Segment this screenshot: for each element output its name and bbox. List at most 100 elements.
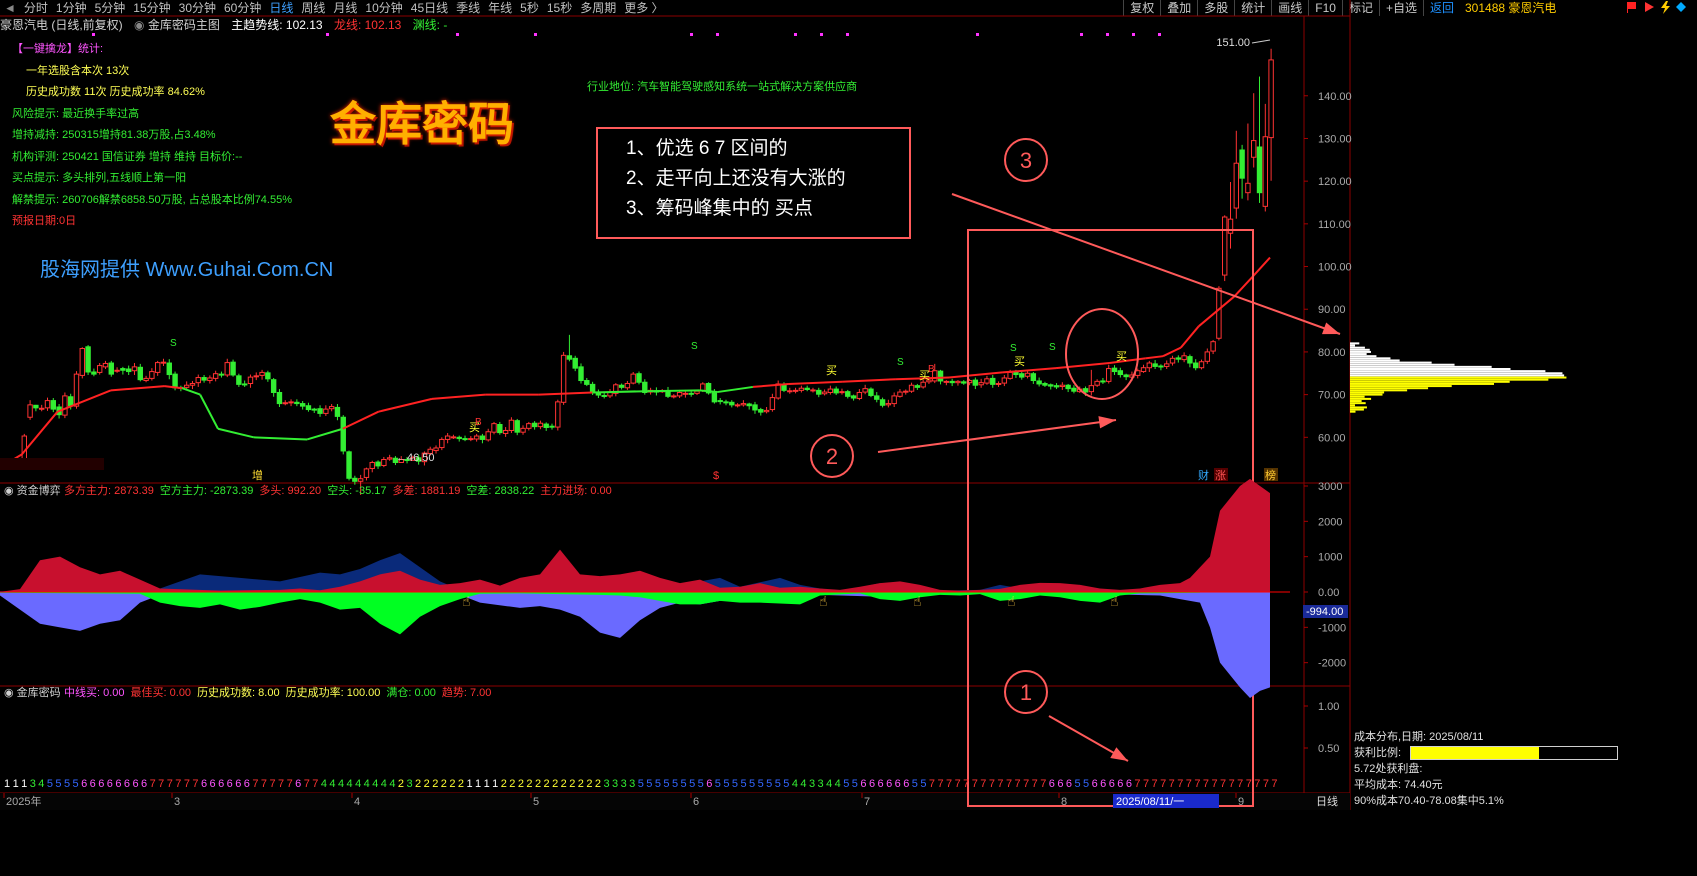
timeframe-tab[interactable]: 分时 — [20, 0, 52, 16]
signal-dot — [326, 33, 329, 36]
candle-body — [927, 380, 931, 382]
signal-digit: 3 — [406, 778, 412, 790]
signal-digit: 7 — [963, 778, 969, 790]
circle-label-1: 2 — [826, 444, 838, 469]
stock-chart[interactable]: 140.00130.00120.00110.00100.0090.0080.00… — [0, 0, 1697, 876]
industry-text: 行业地位: 汽车智能驾驶感知系统一站式解决方案供应商 — [587, 80, 857, 94]
signal-digit: 5 — [646, 778, 652, 790]
candle-body — [121, 369, 125, 371]
timeframe-tab[interactable]: 5秒 — [516, 0, 543, 16]
signal-digit: 3 — [629, 778, 635, 790]
timeframe-tab[interactable]: 15秒 — [543, 0, 576, 16]
fund-item-3: 空头: -35.17 — [327, 484, 386, 498]
timeframe-tab[interactable]: 多周期 — [576, 0, 620, 16]
timeframe-tab[interactable]: 更多 〉 — [620, 0, 667, 16]
candle-body — [347, 452, 351, 478]
candle-body — [788, 391, 792, 392]
chip-bar — [1350, 353, 1367, 355]
dragon-line-segment — [842, 379, 895, 382]
signal-digit: 7 — [1186, 778, 1192, 790]
chip-bar — [1350, 411, 1356, 413]
signal-digit: 4 — [835, 778, 841, 790]
signal-digit: 7 — [1220, 778, 1226, 790]
play-arrow-icon[interactable] — [1643, 1, 1656, 14]
toolbar-button[interactable]: 多股 — [1197, 0, 1234, 16]
candle-body — [527, 424, 531, 429]
signal-digit: 2 — [398, 778, 404, 790]
candle-body — [1089, 386, 1093, 392]
candle-body — [492, 424, 496, 433]
timeframe-tab[interactable]: 30分钟 — [175, 0, 220, 16]
toolbar-button[interactable]: 标记 — [1342, 0, 1379, 16]
candle-body — [724, 402, 728, 403]
back-arrow-icon[interactable]: ◄ — [0, 0, 20, 16]
timeframe-tab[interactable]: 年线 — [484, 0, 516, 16]
toolbar-button[interactable]: 叠加 — [1160, 0, 1197, 16]
timeframe-tab[interactable]: 周线 — [297, 0, 329, 16]
chip-bar — [1350, 368, 1510, 370]
dragon-line-segment — [789, 382, 842, 384]
signal-digit: 6 — [1109, 778, 1115, 790]
candle-body — [608, 392, 612, 395]
dragon-line-segment — [1056, 363, 1109, 368]
indicator-name[interactable]: 金库密码主图 — [148, 18, 228, 32]
candle-body — [196, 378, 200, 383]
circle-2 — [1005, 671, 1047, 713]
signal-digit: 4 — [381, 778, 387, 790]
candle-body — [1066, 385, 1070, 388]
stock-name[interactable]: 豪恩汽电 (日线,前复权) — [0, 18, 131, 32]
toolbar-button[interactable]: F10 — [1308, 0, 1342, 16]
timeframe-tab[interactable]: 日线 — [265, 0, 297, 16]
candle-body — [312, 409, 316, 410]
cost-line-1: 5.72处获利盘: — [1354, 762, 1422, 776]
lightning-icon[interactable] — [1659, 1, 1672, 14]
candle-body — [271, 380, 275, 393]
diamond-icon[interactable] — [1675, 1, 1688, 14]
red-flag-icon[interactable] — [1625, 1, 1638, 14]
stats-line-4: 增持减持: 250315增持81.38万股,占3.48% — [12, 128, 216, 142]
timeframe-tab[interactable]: 5分钟 — [91, 0, 130, 16]
candle-body — [747, 404, 751, 406]
signal-digit: 5 — [920, 778, 926, 790]
candle-body — [776, 384, 780, 398]
signal-digit: 5 — [663, 778, 669, 790]
timeframe-tab[interactable]: 45日线 — [407, 0, 452, 16]
signal-digit: 2 — [518, 778, 524, 790]
fund-item-0: 多方主力: 2873.39 — [64, 484, 154, 498]
buy-signal-marker: 买 — [1116, 350, 1127, 363]
candle-body — [184, 385, 188, 387]
bottom-panel-title[interactable]: ◉ 金库密码 — [4, 686, 61, 700]
candle-body — [277, 392, 281, 403]
candle-body — [1251, 141, 1255, 158]
signal-dot — [1158, 33, 1161, 36]
settings-icon[interactable]: ◉ — [134, 18, 144, 32]
toolbar-button[interactable]: +自选 — [1379, 0, 1423, 16]
timeframe-tab[interactable]: 60分钟 — [220, 0, 265, 16]
candle-body — [718, 401, 722, 402]
candle-body — [474, 436, 478, 439]
signal-digit: 5 — [47, 778, 53, 790]
timeframe-tab[interactable]: 季线 — [452, 0, 484, 16]
dragon-line-segment — [254, 437, 307, 439]
candle-body — [22, 436, 26, 463]
candle-body — [1228, 219, 1232, 233]
candle-body — [660, 391, 664, 392]
signal-digit: 7 — [175, 778, 181, 790]
candle-body — [219, 374, 223, 375]
toolbar-button[interactable]: 复权 — [1123, 0, 1160, 16]
timeframe-tab[interactable]: 1分钟 — [52, 0, 91, 16]
candle-body — [358, 479, 362, 482]
timeframe-tab[interactable]: 月线 — [329, 0, 361, 16]
signal-digit: 6 — [295, 778, 301, 790]
toolbar-button[interactable]: 统计 — [1234, 0, 1271, 16]
signal-digit: 2 — [458, 778, 464, 790]
toolbar-button[interactable]: 画线 — [1271, 0, 1308, 16]
timeframe-tab[interactable]: 15分钟 — [129, 0, 174, 16]
signal-digit: 7 — [955, 778, 961, 790]
fund-panel-title[interactable]: ◉ 资金博弈 — [4, 484, 61, 498]
toolbar-button[interactable]: 返回 — [1423, 0, 1460, 16]
timeframe-tab[interactable]: 10分钟 — [361, 0, 406, 16]
cost-line-2: 平均成本: 74.40元 — [1354, 778, 1443, 792]
high-price-pointer — [1252, 40, 1270, 43]
candle-body — [103, 363, 107, 366]
